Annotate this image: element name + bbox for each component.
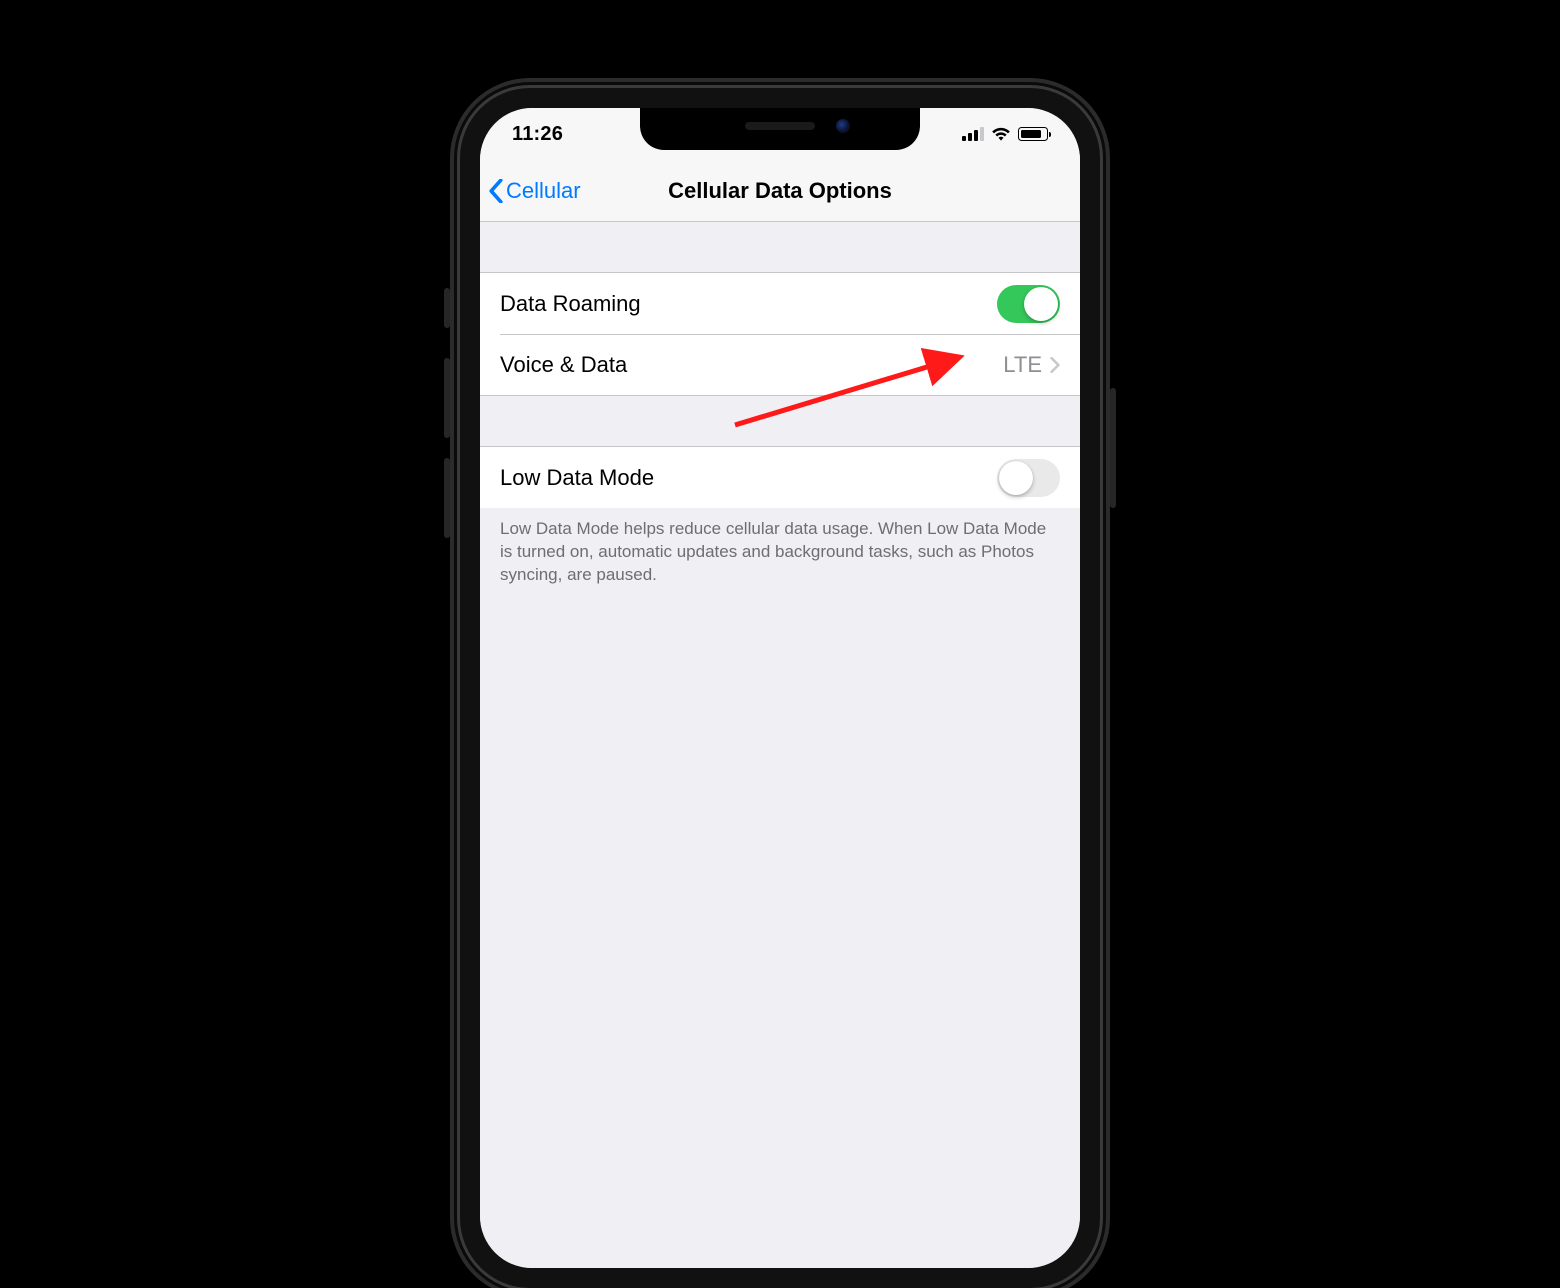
phone-frame: 11:26 Cellular — [460, 88, 1100, 1288]
mute-switch — [444, 288, 450, 328]
chevron-right-icon — [1050, 357, 1060, 373]
cell-label: Voice & Data — [500, 352, 627, 378]
settings-group-2: Low Data Mode Low Data Mode helps reduce… — [480, 446, 1080, 587]
back-label: Cellular — [506, 178, 581, 204]
cell-low-data-mode[interactable]: Low Data Mode — [480, 446, 1080, 508]
toggle-low-data-mode[interactable] — [997, 459, 1060, 497]
chevron-left-icon — [488, 179, 504, 203]
toggle-data-roaming[interactable] — [997, 285, 1060, 323]
navigation-bar: Cellular Cellular Data Options — [480, 160, 1080, 222]
cell-voice-data[interactable]: Voice & Data LTE — [480, 334, 1080, 396]
cell-data-roaming[interactable]: Data Roaming — [480, 272, 1080, 334]
volume-down-button — [444, 458, 450, 538]
settings-content: Data Roaming Voice & Data LTE — [480, 222, 1080, 1268]
side-button — [1110, 388, 1116, 508]
wifi-icon — [991, 126, 1011, 142]
settings-group-1: Data Roaming Voice & Data LTE — [480, 272, 1080, 396]
cell-value: LTE — [1003, 352, 1042, 378]
cell-label: Data Roaming — [500, 291, 641, 317]
cellular-signal-icon — [962, 127, 984, 141]
battery-icon — [1018, 127, 1048, 141]
cell-label: Low Data Mode — [500, 465, 654, 491]
volume-up-button — [444, 358, 450, 438]
notch — [640, 108, 920, 150]
status-time: 11:26 — [512, 123, 632, 146]
group-footer-text: Low Data Mode helps reduce cellular data… — [480, 508, 1080, 587]
back-button[interactable]: Cellular — [480, 178, 581, 204]
